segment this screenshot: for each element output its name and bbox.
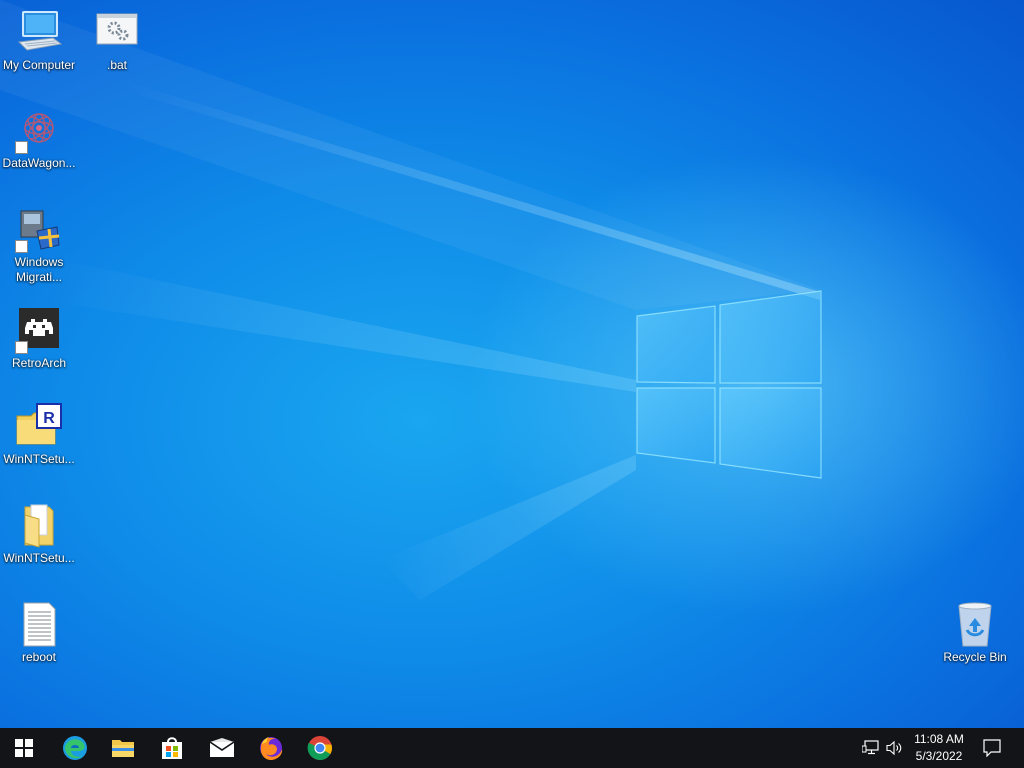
windows-logo-light-beam: [0, 0, 822, 600]
winntsetup-icon: R: [15, 402, 63, 450]
desktop-icon-label: Windows Migrati...: [14, 255, 64, 284]
taskbar-mail-button[interactable]: [198, 728, 246, 768]
svg-text:R: R: [43, 410, 55, 427]
computer-icon: [15, 8, 63, 56]
taskbar-store-button[interactable]: [148, 728, 196, 768]
taskbar-firefox-button[interactable]: [247, 728, 295, 768]
windows-migration-icon: [15, 205, 63, 253]
desktop-icon-bat[interactable]: .bat: [77, 8, 157, 96]
shortcut-arrow-icon: [15, 141, 28, 154]
desktop-icon-label: My Computer: [2, 58, 76, 72]
batch-file-icon: [93, 8, 141, 56]
desktop-icon-label: .bat: [106, 58, 127, 72]
desktop-icon-label: WinNTSetu...: [3, 452, 75, 466]
desktop-icon-datawagon[interactable]: DataWagon...: [0, 106, 79, 194]
desktop-icon-windows-migration[interactable]: Windows Migrati...: [0, 205, 79, 301]
desktop-icon-label: Recycle Bin: [943, 650, 1007, 664]
folder-icon: [15, 501, 63, 549]
file-explorer-icon: [112, 740, 134, 757]
firefox-icon: [260, 737, 283, 760]
shortcut-arrow-icon: [15, 341, 28, 354]
taskbar: 11:08 AM 5/3/2022: [0, 728, 1024, 768]
desktop-icon-retroarch[interactable]: RetroArch: [0, 306, 79, 394]
chrome-icon: [307, 736, 332, 761]
desktop-icon-my-computer[interactable]: My Computer: [0, 8, 79, 96]
taskbar-edge-button[interactable]: [51, 728, 99, 768]
desktop-icon-label: reboot: [21, 650, 57, 664]
recycle-bin-icon: [951, 600, 999, 648]
datawagon-icon: [15, 106, 63, 154]
desktop-icon-winntsetup-folder[interactable]: WinNTSetu...: [0, 501, 79, 589]
windows-logo: [636, 290, 822, 479]
taskbar-file-explorer-button[interactable]: [99, 728, 147, 768]
desktop-wallpaper[interactable]: [0, 0, 1024, 728]
retroarch-icon: [15, 306, 63, 354]
desktop-icon-label: RetroArch: [11, 356, 67, 370]
desktop-icon-label: WinNTSetu...: [3, 551, 75, 565]
desktop-icon-label: DataWagon...: [2, 156, 76, 170]
clock-time: 11:08 AM: [914, 732, 964, 746]
tray-volume-button[interactable]: [885, 738, 905, 758]
action-center-button[interactable]: [976, 728, 1008, 768]
taskbar-chrome-button[interactable]: [296, 728, 344, 768]
clock-date: 5/3/2022: [915, 749, 963, 763]
shortcut-arrow-icon: [15, 240, 28, 253]
microsoft-store-icon: [162, 737, 182, 759]
start-button[interactable]: [0, 728, 48, 768]
edge-icon: [63, 736, 87, 760]
desktop-icon-reboot[interactable]: reboot: [0, 600, 79, 688]
mail-icon: [209, 738, 235, 757]
text-file-icon: [15, 600, 63, 648]
desktop-icon-winntsetup-app[interactable]: R WinNTSetu...: [0, 402, 79, 490]
windows-start-icon: [15, 739, 33, 757]
desktop-icon-recycle-bin[interactable]: Recycle Bin: [935, 600, 1015, 688]
volume-icon: [886, 740, 902, 756]
tray-network-button[interactable]: [861, 738, 881, 758]
taskbar-clock[interactable]: 11:08 AM 5/3/2022: [904, 731, 974, 765]
network-icon: [862, 740, 879, 755]
action-center-icon: [983, 739, 1001, 757]
